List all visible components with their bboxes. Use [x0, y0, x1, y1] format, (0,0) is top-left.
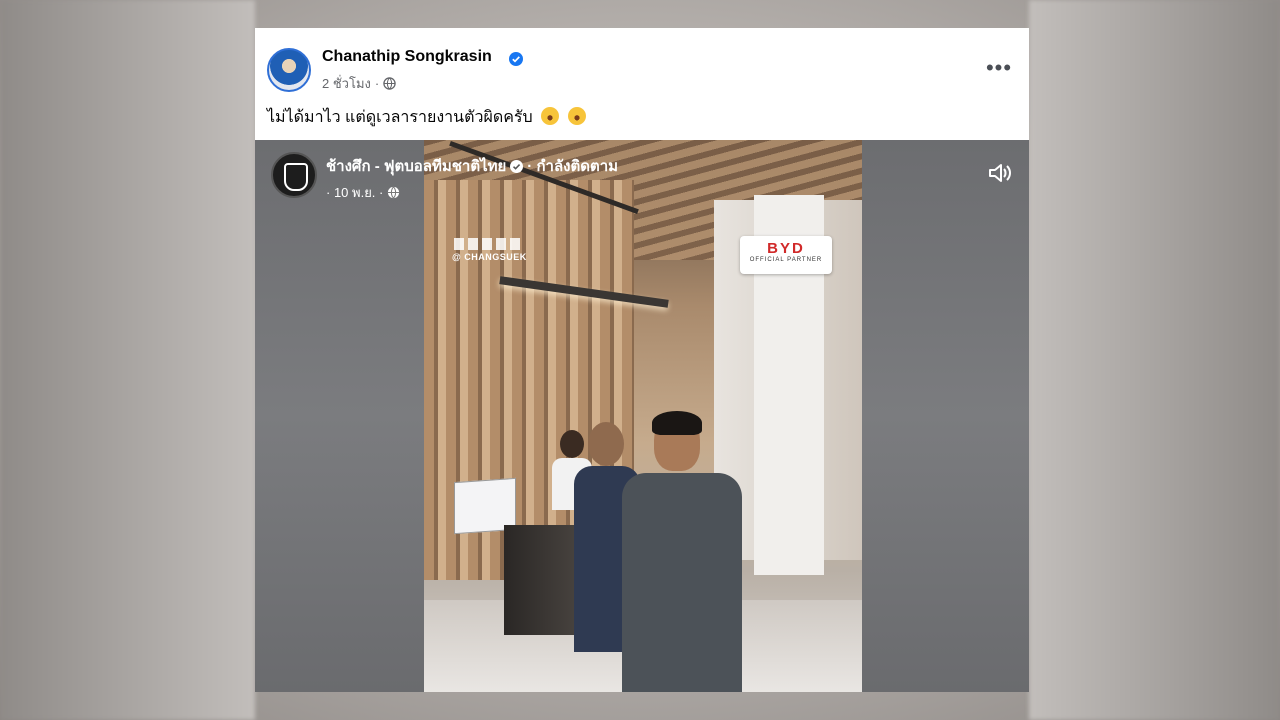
post-meta: 2 ชั่วโมง · [322, 73, 396, 94]
shared-post-date[interactable]: · 10 พ.ย. · [326, 182, 383, 203]
background-left [0, 0, 255, 720]
byd-logo: BYD [767, 240, 805, 257]
watermark-handle: @ CHANGSUEK [452, 252, 527, 262]
reception-counter [504, 525, 584, 635]
post-header: Chanathip Songkrasin 2 ชั่วโมง · ••• ไม่… [255, 28, 1029, 140]
byd-partner-sign: BYD OFFICIAL PARTNER [740, 236, 832, 274]
verified-badge-icon [509, 52, 523, 66]
meta-separator: · [374, 76, 380, 91]
follow-status[interactable]: · กำลังติดตาม [527, 154, 618, 178]
shared-page-meta: · 10 พ.ย. · [326, 182, 618, 203]
globe-icon [388, 186, 400, 199]
author-avatar[interactable] [267, 48, 311, 92]
laughing-emoji-icon [541, 107, 560, 125]
background-right [1029, 0, 1280, 720]
byd-sign-text: OFFICIAL PARTNER [749, 257, 823, 263]
video-player[interactable]: @ CHANGSUEK BYD OFFICIAL PARTNER ช้างศึก… [255, 140, 1029, 692]
shared-page-name[interactable]: ช้างศึก - ฟุตบอลทีมชาติไทย [326, 154, 506, 178]
page-avatar[interactable] [271, 152, 317, 198]
shared-page-name-row: ช้างศึก - ฟุตบอลทีมชาติไทย · กำลังติดตาม [326, 154, 618, 178]
post-time[interactable]: 2 ชั่วโมง [322, 73, 371, 94]
facebook-post: Chanathip Songkrasin 2 ชั่วโมง · ••• ไม่… [255, 28, 1029, 692]
video-frame: @ CHANGSUEK BYD OFFICIAL PARTNER [424, 140, 862, 692]
speaker-icon[interactable] [987, 160, 1013, 186]
caption-text: ไม่ได้มาไว แต่ดูเวลารายงานตัวผิดครับ [267, 109, 533, 126]
author-name[interactable]: Chanathip Songkrasin [322, 48, 492, 66]
verified-badge-icon [510, 159, 524, 173]
person-foreground [614, 411, 744, 692]
globe-icon [383, 77, 396, 90]
shared-page-info: ช้างศึก - ฟุตบอลทีมชาติไทย · กำลังติดตาม… [271, 152, 618, 202]
post-caption: ไม่ได้มาไว แต่ดูเวลารายงานตัวผิดครับ [267, 105, 586, 130]
grinning-emoji-icon [567, 107, 586, 125]
more-options-button[interactable]: ••• [983, 54, 1015, 82]
social-icons-watermark [454, 238, 524, 250]
